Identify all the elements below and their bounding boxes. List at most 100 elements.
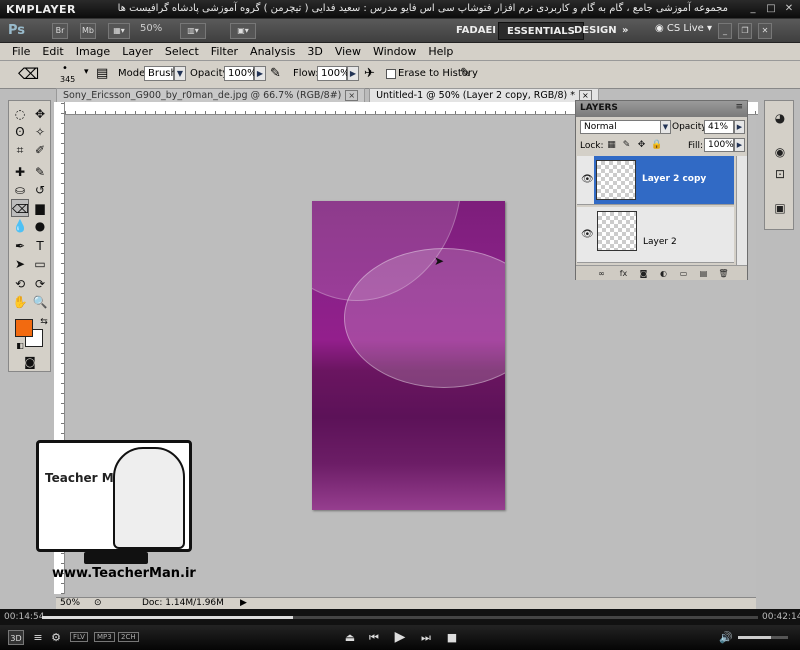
brush-picker-arrow-icon[interactable]: ▾ [84,67,89,77]
layer-opacity-input[interactable]: 41% [704,120,734,134]
seek-track[interactable] [42,616,758,619]
menu-analysis[interactable]: Analysis [244,43,301,60]
close-ps-icon[interactable]: ✕ [758,23,772,39]
opacity-slider-icon[interactable]: ▶ [254,66,266,81]
layer-row-layer-2[interactable]: 👁 Layer 2 [577,207,734,263]
mini-bridge-panel-icon[interactable]: ▣ [771,199,789,217]
eyedropper-tool-icon[interactable]: ✐ [31,141,49,159]
brush-tool-icon[interactable]: ✎ [31,163,49,181]
status-arrow-icon[interactable]: ▶ [240,598,247,608]
status-menu-icon[interactable]: ⊙ [94,598,102,608]
status-doc-info[interactable]: Doc: 1.14M/1.96M [142,598,224,608]
close-icon[interactable]: ✕ [782,2,796,16]
minimize-ps-icon[interactable]: _ [718,23,732,39]
menu-layer[interactable]: Layer [116,43,159,60]
volume-slider[interactable] [738,636,788,639]
quick-selection-tool-icon[interactable]: ✧ [31,123,49,141]
mini-bridge-button[interactable]: Mb [80,23,96,39]
link-layers-icon[interactable]: ∞ [596,268,607,279]
gradient-tool-icon[interactable]: ▆ [31,199,49,217]
minimize-icon[interactable]: _ [746,2,760,16]
color-panel-icon[interactable]: ◕ [771,109,789,127]
layers-scrollbar[interactable] [736,156,747,265]
view-extras-button[interactable]: ▦▾ [108,23,130,39]
brush-panel-icon[interactable]: ▤ [96,66,108,81]
hand-tool-icon[interactable]: ✋ [11,293,29,311]
flow-input[interactable]: 100% [317,66,350,81]
settings-icon[interactable]: ⚙ [48,630,64,645]
blend-mode-select[interactable]: Normal [580,120,662,134]
lock-all-icon[interactable]: 🔒 [651,140,662,151]
blend-mode-dropdown-icon[interactable]: ▼ [660,120,671,134]
volume-icon[interactable]: 🔊 [718,630,734,645]
rectangle-tool-icon[interactable]: ▭ [31,255,49,273]
doc-tab-untitled[interactable]: Untitled-1 @ 50% (Layer 2 copy, RGB/8) *… [369,88,599,102]
restore-ps-icon[interactable]: ❐ [738,23,752,39]
delete-layer-icon[interactable]: 🗑 [718,268,729,279]
lock-transparency-icon[interactable]: ▦ [606,140,617,151]
menu-window[interactable]: Window [367,43,422,60]
play-icon[interactable]: ▶ [392,630,408,645]
airbrush-icon[interactable]: ✈ [364,66,375,81]
panel-menu-icon[interactable]: ≡ [735,102,743,112]
menu-view[interactable]: View [329,43,367,60]
brush-preview-icon[interactable]: • [62,63,68,74]
bridge-button[interactable]: Br [52,23,68,39]
history-brush-tool-icon[interactable]: ↺ [31,181,49,199]
playlist-icon[interactable]: ≡ [30,630,46,645]
move-tool-icon[interactable]: ✥ [31,105,49,123]
mode-select[interactable]: Brush [144,66,177,81]
lock-pixels-icon[interactable]: ✎ [621,140,632,151]
menu-file[interactable]: File [6,43,36,60]
menu-help[interactable]: Help [422,43,459,60]
menu-select[interactable]: Select [159,43,205,60]
next-icon[interactable]: ⏭ [418,630,434,645]
mode-dropdown-icon[interactable]: ▼ [174,66,186,81]
close-tab-icon[interactable]: × [345,90,359,101]
opacity-input[interactable]: 100% [224,66,257,81]
layer-row-selected[interactable]: Layer 2 copy [594,156,734,205]
cs-live-menu[interactable]: ◉ CS Live ▾ [655,23,712,34]
screen-mode-button[interactable]: ▣▾ [230,23,256,39]
fill-input[interactable]: 100% [704,138,734,152]
visibility-eye-icon[interactable]: 👁 [581,229,594,241]
zoom-level-select[interactable]: 50% [140,23,162,34]
type-tool-icon[interactable]: T [31,237,49,255]
menu-filter[interactable]: Filter [205,43,244,60]
foreground-color-swatch[interactable] [15,319,33,337]
eraser-tool-preset-icon[interactable]: ⌫ [18,65,39,83]
tablet-opacity-icon[interactable]: ✎ [270,66,281,81]
eject-icon[interactable]: ⏏ [342,630,358,645]
more-workspaces-icon[interactable]: » [614,22,636,40]
stop-icon[interactable]: ■ [444,630,460,645]
fill-slider-icon[interactable]: ▶ [734,138,745,152]
pen-tool-icon[interactable]: ✒ [11,237,29,255]
lasso-tool-icon[interactable]: ʘ [11,123,29,141]
menu-3d[interactable]: 3D [301,43,328,60]
maximize-icon[interactable]: □ [764,2,778,16]
new-group-icon[interactable]: ▭ [678,268,689,279]
3d-mode-button[interactable]: 3D [8,630,24,645]
blur-tool-icon[interactable]: 💧 [11,217,29,235]
flow-slider-icon[interactable]: ▶ [347,66,359,81]
layer-style-icon[interactable]: fx [618,268,629,279]
crop-tool-icon[interactable]: ⌗ [11,141,29,159]
layers-panel-header[interactable]: LAYERS ≡ [576,101,747,117]
dodge-tool-icon[interactable]: ● [31,217,49,235]
quick-mask-icon[interactable]: ◙ [21,353,39,371]
arrange-documents-button[interactable]: ▥▾ [180,23,206,39]
document-canvas[interactable] [312,201,505,510]
layer-opacity-slider-icon[interactable]: ▶ [734,120,745,134]
zoom-tool-icon[interactable]: 🔍 [31,293,49,311]
erase-to-history-checkbox[interactable] [386,69,396,79]
new-layer-icon[interactable]: ▤ [698,268,709,279]
tablet-size-icon[interactable]: ✎ [460,66,471,81]
clone-stamp-tool-icon[interactable]: ⛀ [11,181,29,199]
doc-tab-sony[interactable]: Sony_Ericsson_G900_by_r0man_de.jpg @ 66.… [56,88,366,102]
adjustments-panel-icon[interactable]: ◉ [771,143,789,161]
swap-colors-icon[interactable]: ⇆ [35,313,53,331]
path-selection-tool-icon[interactable]: ➤ [11,255,29,273]
previous-icon[interactable]: ⏮ [366,630,382,645]
add-mask-icon[interactable]: ◙ [638,268,649,279]
3d-orbit-tool-icon[interactable]: ⟳ [31,275,49,293]
